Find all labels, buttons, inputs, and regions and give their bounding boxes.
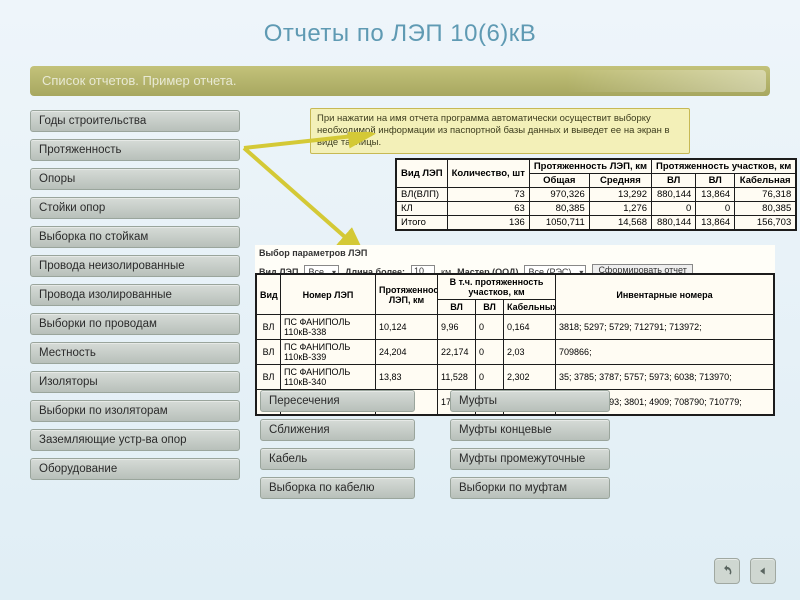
table-row: КЛ6380,3851,2760080,385 — [397, 202, 796, 216]
report-btn-wire-selection[interactable]: Выборки по проводам — [30, 313, 240, 335]
report-btn-approaches[interactable]: Сближения — [260, 419, 415, 441]
section-header: Список отчетов. Пример отчета. — [30, 66, 770, 96]
table-row: ВЛПС ФАНИПОЛЬ 110кВ-34013,8311,52802,302… — [257, 365, 774, 390]
report-btn-wires-insulated[interactable]: Провода изолированные — [30, 284, 240, 306]
report-btn-length[interactable]: Протяженность — [30, 139, 240, 161]
page-title: Отчеты по ЛЭП 10(6)кВ — [0, 0, 800, 48]
arrow-icon — [242, 132, 402, 262]
report-btn-end-couplings[interactable]: Муфты концевые — [450, 419, 610, 441]
report-btn-wires-bare[interactable]: Провода неизолированные — [30, 255, 240, 277]
table-row: ВЛПС ФАНИПОЛЬ 110кВ-33924,20422,17402,03… — [257, 340, 774, 365]
back-icon[interactable] — [750, 558, 776, 584]
report-btn-support-poles[interactable]: Стойки опор — [30, 197, 240, 219]
report-col-2: Пересечения Сближения Кабель Выборка по … — [260, 390, 415, 499]
report-btn-grounding[interactable]: Заземляющие устр-ва опор — [30, 429, 240, 451]
report-btn-equipment[interactable]: Оборудование — [30, 458, 240, 480]
report-btn-insulators[interactable]: Изоляторы — [30, 371, 240, 393]
report-list-sidebar: Годы строительства Протяженность Опоры С… — [30, 110, 240, 480]
table-row: ВЛПС ФАНИПОЛЬ 110кВ-33810,1249,9600,1643… — [257, 315, 774, 340]
report-btn-terrain[interactable]: Местность — [30, 342, 240, 364]
report-btn-mid-couplings[interactable]: Муфты промежуточные — [450, 448, 610, 470]
form-title: Выбор параметров ЛЭП — [259, 248, 771, 258]
table-row: Итого1361050,71114,568880,14413,864156,7… — [397, 216, 796, 230]
report-btn-pole-selection[interactable]: Выборка по стойкам — [30, 226, 240, 248]
report-btn-couplings[interactable]: Муфты — [450, 390, 610, 412]
report-btn-crossings[interactable]: Пересечения — [260, 390, 415, 412]
report-btn-supports[interactable]: Опоры — [30, 168, 240, 190]
report-col-3: Муфты Муфты концевые Муфты промежуточные… — [450, 390, 610, 499]
report-btn-cable[interactable]: Кабель — [260, 448, 415, 470]
report-btn-insulator-selection[interactable]: Выборки по изоляторам — [30, 400, 240, 422]
table-row: ВЛ(ВЛП)73970,32613,292880,14413,86476,31… — [397, 188, 796, 202]
report-btn-cable-selection[interactable]: Выборка по кабелю — [260, 477, 415, 499]
report-btn-coupling-selection[interactable]: Выборки по муфтам — [450, 477, 610, 499]
summary-table: Вид ЛЭП Количество, шт Протяженность ЛЭП… — [395, 158, 797, 231]
undo-icon[interactable] — [714, 558, 740, 584]
report-btn-years[interactable]: Годы строительства — [30, 110, 240, 132]
